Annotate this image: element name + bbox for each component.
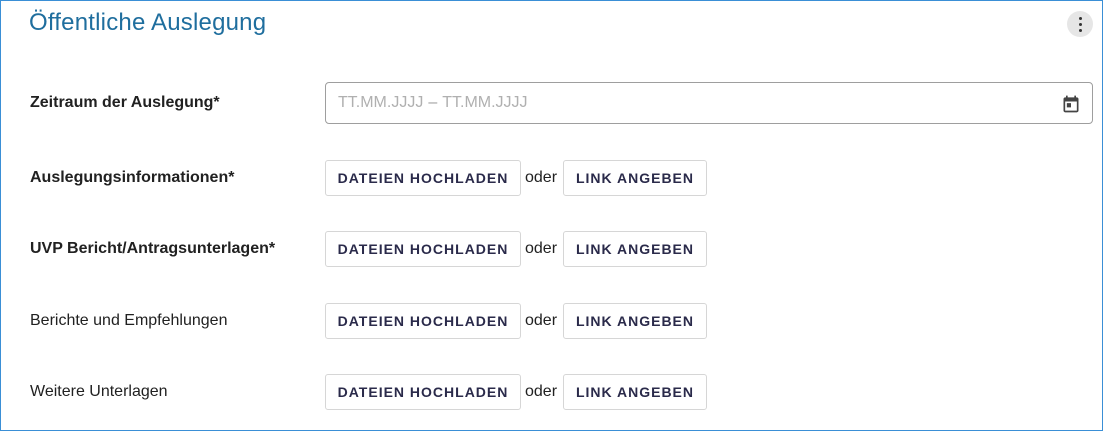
more-vert-icon [1078, 16, 1082, 20]
upload-row: Weitere Unterlagen DATEIEN HOCHLADEN ode… [1, 371, 1103, 413]
add-link-button[interactable]: LINK ANGEBEN [563, 303, 707, 339]
add-link-button[interactable]: LINK ANGEBEN [563, 160, 707, 196]
upload-row: Berichte und Empfehlungen DATEIEN HOCHLA… [1, 300, 1103, 342]
or-text: oder [525, 240, 558, 257]
or-text: oder [525, 383, 558, 400]
more-options-button[interactable] [1067, 11, 1093, 37]
more-vert-icon-dot [1078, 22, 1082, 26]
end-date-placeholder[interactable]: TT.MM.JJJJ [442, 94, 527, 112]
upload-row-label: Weitere Unterlagen [30, 383, 168, 400]
add-link-button[interactable]: LINK ANGEBEN [563, 231, 707, 267]
upload-row-label: UVP Bericht/Antragsunterlagen* [30, 240, 276, 257]
upload-row-label: Auslegungsinformationen* [30, 169, 235, 186]
date-separator: – [428, 94, 438, 111]
start-date-placeholder[interactable]: TT.MM.JJJJ [338, 94, 423, 112]
more-vert-icon-dot [1078, 28, 1082, 32]
or-text: oder [525, 312, 558, 329]
section-title: Öffentliche Auslegung [29, 9, 267, 36]
upload-files-button[interactable]: DATEIEN HOCHLADEN [325, 303, 521, 339]
upload-files-button[interactable]: DATEIEN HOCHLADEN [325, 160, 521, 196]
upload-files-button[interactable]: DATEIEN HOCHLADEN [325, 231, 521, 267]
calendar-icon[interactable] [1061, 93, 1081, 115]
or-text: oder [525, 169, 558, 186]
upload-row: UVP Bericht/Antragsunterlagen* DATEIEN H… [1, 228, 1103, 270]
upload-row-label: Berichte und Empfehlungen [30, 312, 228, 329]
public-display-card: Öffentliche Auslegung Zeitraum der Ausle… [0, 0, 1103, 431]
add-link-button[interactable]: LINK ANGEBEN [563, 374, 707, 410]
upload-files-button[interactable]: DATEIEN HOCHLADEN [325, 374, 521, 410]
upload-row: Auslegungsinformationen* DATEIEN HOCHLAD… [1, 157, 1103, 199]
period-row: Zeitraum der Auslegung* TT.MM.JJJJ – TT.… [1, 82, 1103, 124]
period-label: Zeitraum der Auslegung* [30, 94, 220, 111]
date-range-input[interactable]: TT.MM.JJJJ – TT.MM.JJJJ [325, 82, 1093, 124]
